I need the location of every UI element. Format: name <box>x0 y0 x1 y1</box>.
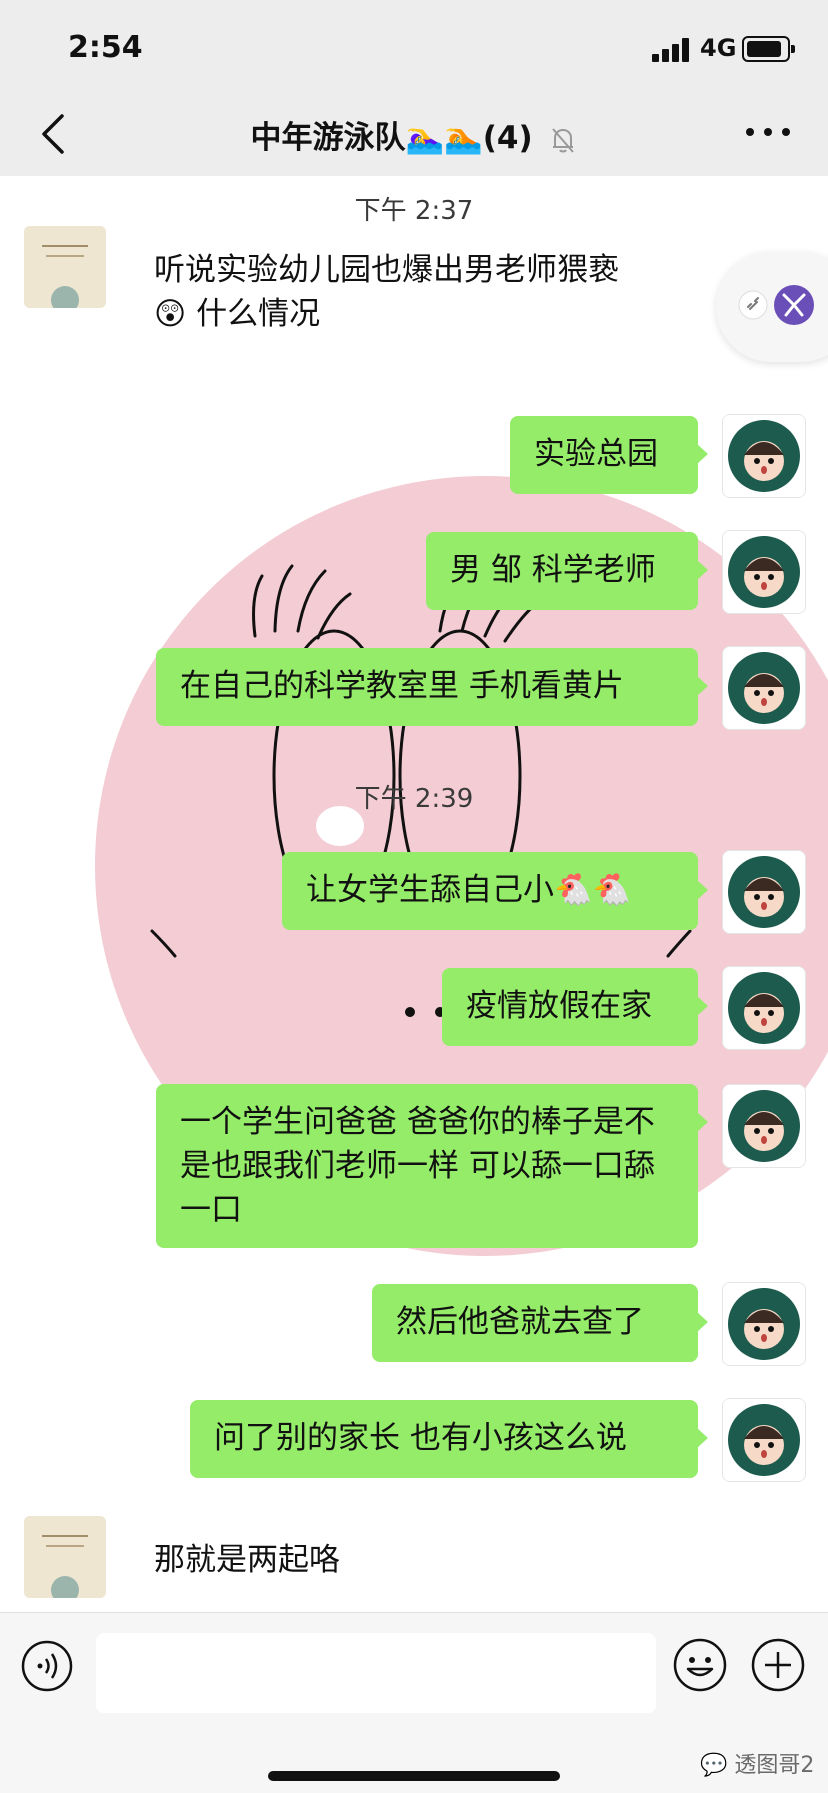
message-bubble[interactable]: 问了别的家长 也有小孩这么说 <box>190 1400 708 1478</box>
message-input[interactable] <box>96 1633 656 1713</box>
avatar-image <box>723 531 805 613</box>
avatar-image <box>723 415 805 497</box>
message-text: 那就是两起咯 <box>154 1542 340 1578</box>
voice-button[interactable] <box>20 1639 74 1693</box>
avatar-image <box>723 1399 805 1481</box>
avatar-image <box>723 647 805 729</box>
message-bubble[interactable]: 然后他爸就去查了 <box>372 1284 708 1362</box>
avatar-image <box>24 1516 106 1598</box>
avatar[interactable] <box>24 226 106 308</box>
more-functions-button[interactable] <box>750 1637 806 1693</box>
message-text: 听说实验幼儿园也爆出男老师猥亵 😲 什么情况 <box>154 252 619 332</box>
more-dots-icon <box>746 128 790 136</box>
chat-title-row: 中年游泳队🏊‍♀️🏊(4) <box>0 112 828 157</box>
chat-area[interactable]: 下午 2:37 听说实验幼儿园也爆出男老师猥亵 😲 什么情况 实验总园 男 邹 … <box>0 176 828 1612</box>
status-time: 2:54 <box>68 30 143 65</box>
status-bar: 2:54 4G <box>0 0 828 92</box>
message-bubble[interactable]: 实验总园 <box>510 416 708 494</box>
input-bar: 💬 透图哥2 <box>0 1612 828 1793</box>
smiley-icon <box>673 1638 727 1692</box>
message-bubble[interactable]: 男 邹 科学老师 <box>426 532 708 610</box>
chat-header: 中年游泳队🏊‍♀️🏊(4) <box>0 92 828 176</box>
message-bubble[interactable]: 让女学生舔自己小🐔🐔 <box>282 852 708 930</box>
avatar[interactable] <box>722 414 806 498</box>
butterfly-icon <box>774 285 814 325</box>
avatar[interactable] <box>722 1282 806 1366</box>
more-button[interactable] <box>742 120 794 144</box>
timestamp: 下午 2:37 <box>354 196 474 226</box>
emoji-button[interactable] <box>672 1637 728 1693</box>
message-bubble[interactable]: 在自己的科学教室里 手机看黄片 <box>156 648 708 726</box>
message-bubble[interactable]: 疫情放假在家 <box>442 968 708 1046</box>
home-indicator[interactable] <box>268 1771 560 1781</box>
plus-icon <box>751 1638 805 1692</box>
avatar-image <box>723 851 805 933</box>
avatar[interactable] <box>24 1516 106 1598</box>
floating-widget[interactable] <box>716 252 828 362</box>
avatar[interactable] <box>722 850 806 934</box>
wechat-icon: 💬 <box>700 1753 728 1778</box>
avatar-image <box>723 1085 805 1167</box>
message-bubble[interactable]: 一个学生问爸爸 爸爸你的棒子是不是也跟我们老师一样 可以舔一口舔一口 <box>156 1084 708 1248</box>
avatar-image <box>723 1283 805 1365</box>
battery-icon <box>742 36 795 62</box>
timestamp: 下午 2:39 <box>354 784 474 814</box>
avatar-image <box>24 226 106 308</box>
avatar[interactable] <box>722 530 806 614</box>
bell-slash-icon <box>552 127 575 153</box>
voice-icon <box>21 1640 73 1692</box>
network-type: 4G <box>700 34 737 62</box>
watermark: 💬 透图哥2 <box>700 1753 815 1778</box>
link-icon <box>738 290 768 320</box>
avatar-image <box>723 967 805 1049</box>
avatar[interactable] <box>722 1398 806 1482</box>
avatar[interactable] <box>722 966 806 1050</box>
signal-icon <box>652 36 692 62</box>
avatar[interactable] <box>722 646 806 730</box>
chat-title: 中年游泳队🏊‍♀️🏊(4) <box>250 120 533 156</box>
avatar[interactable] <box>722 1084 806 1168</box>
